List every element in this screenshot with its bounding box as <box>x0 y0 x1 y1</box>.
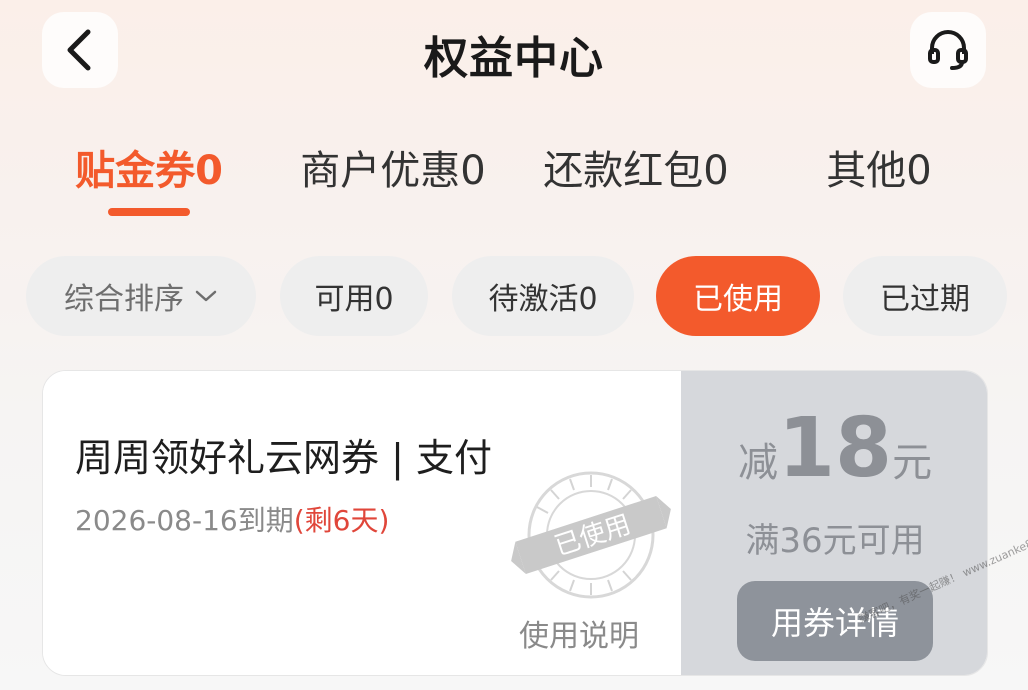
tab-bar: 贴金券0 商户优惠0 还款红包0 其他0 <box>0 138 1028 218</box>
coupon-info: 周周领好礼云网券 | 支付 2026-08-16到期(剩6天) 已使用 使用说明 <box>43 371 681 675</box>
headset-icon <box>928 30 968 70</box>
discount-amount: 减18元 <box>681 401 987 496</box>
tab-repayment-redpacket[interactable]: 还款红包0 <box>543 138 728 196</box>
discount-prefix: 减 <box>737 440 778 486</box>
usage-instructions-link[interactable]: 使用说明 <box>519 611 639 655</box>
tab-merchant-offers[interactable]: 商户优惠0 <box>300 138 485 196</box>
sort-dropdown[interactable]: 综合排序 <box>26 256 256 336</box>
filter-pending-activation[interactable]: 待激活0 <box>452 256 634 336</box>
tab-other[interactable]: 其他0 <box>826 138 931 196</box>
discount-value: 18 <box>777 401 893 496</box>
days-remaining: (剩6天) <box>293 504 390 537</box>
filter-used[interactable]: 已使用 <box>656 256 820 336</box>
chevron-down-icon <box>195 290 217 302</box>
sort-label: 综合排序 <box>64 282 184 317</box>
customer-service-button[interactable] <box>910 12 986 88</box>
page-title: 权益中心 <box>424 33 604 84</box>
coupon-value-panel: 减18元 满36元可用 用券详情 <box>681 371 987 675</box>
discount-unit: 元 <box>892 440 933 486</box>
coupon-card[interactable]: 周周领好礼云网券 | 支付 2026-08-16到期(剩6天) 已使用 使用说明… <box>42 370 988 676</box>
filter-available[interactable]: 可用0 <box>280 256 428 336</box>
expiry-date: 2026-08-16到期 <box>75 504 294 537</box>
active-tab-indicator <box>108 208 190 216</box>
coupon-name: 周周领好礼云网券 | 支付 <box>75 436 492 480</box>
filter-expired[interactable]: 已过期 <box>843 256 1007 336</box>
coupon-expiry: 2026-08-16到期(剩6天) <box>75 499 389 539</box>
header: 权益中心 <box>0 0 1028 100</box>
tab-subsidy-coupon[interactable]: 贴金券0 <box>75 138 223 196</box>
usage-condition: 满36元可用 <box>745 521 925 561</box>
